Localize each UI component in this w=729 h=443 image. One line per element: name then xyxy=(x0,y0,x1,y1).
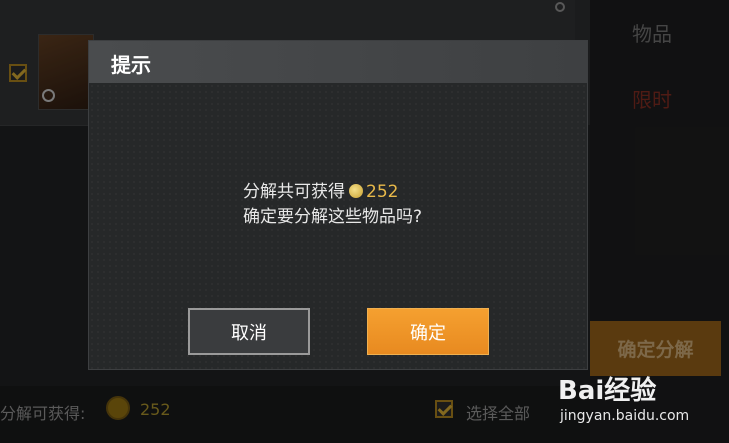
cancel-button[interactable]: 取消 xyxy=(188,308,310,355)
message-prefix: 分解共可获得 xyxy=(243,182,345,202)
confirm-button[interactable]: 确定 xyxy=(367,308,489,355)
dialog-message-line1: 分解共可获得 252 xyxy=(243,177,398,202)
reward-amount: 252 xyxy=(366,182,399,202)
confirm-dialog: 提示 分解共可获得 252 确定要分解这些物品吗? 取消 确定 xyxy=(88,40,588,370)
dialog-title: 提示 xyxy=(111,53,151,77)
watermark-url: jingyan.baidu.com xyxy=(560,408,690,424)
dialog-message-line2: 确定要分解这些物品吗? xyxy=(243,207,423,227)
dialog-header: 提示 xyxy=(89,41,587,83)
baidu-watermark: Bai经验 xyxy=(558,376,657,406)
coin-icon xyxy=(349,184,363,198)
